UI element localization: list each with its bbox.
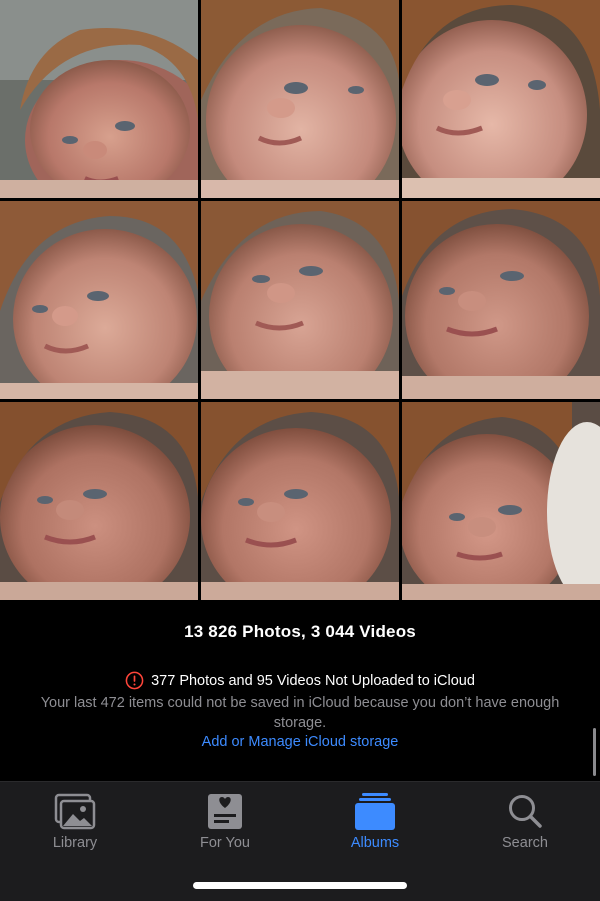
photo-image xyxy=(201,402,399,600)
manage-icloud-storage-link[interactable]: Add or Manage iCloud storage xyxy=(0,734,600,750)
library-summary: 13 826 Photos, 3 044 Videos 377 Photos a… xyxy=(0,600,600,781)
photo-image xyxy=(201,201,399,399)
tab-search[interactable]: Search xyxy=(450,782,600,862)
photo-image xyxy=(402,402,600,600)
photo-image xyxy=(0,201,198,399)
magnifier-icon xyxy=(509,795,542,828)
photo-grid xyxy=(0,0,600,600)
photo-thumbnail[interactable] xyxy=(201,0,399,198)
photo-image xyxy=(0,0,198,198)
albums-icon xyxy=(355,793,395,830)
upload-warning-text: 377 Photos and 95 Videos Not Uploaded to… xyxy=(151,672,475,689)
storage-detail: Your last 472 items could not be saved i… xyxy=(40,695,560,731)
tab-library-label: Library xyxy=(52,835,98,851)
tab-for-you-label: For You xyxy=(200,835,250,851)
tab-search-label: Search xyxy=(502,835,548,851)
photo-thumbnail[interactable] xyxy=(201,201,399,399)
media-counts: 13 826 Photos, 3 044 Videos xyxy=(184,622,416,641)
photo-thumbnail[interactable] xyxy=(0,201,198,399)
photo-thumbnail[interactable] xyxy=(402,0,600,198)
tab-for-you[interactable]: For You xyxy=(150,782,300,862)
tab-albums-label: Albums xyxy=(350,835,400,851)
photo-image xyxy=(402,0,600,198)
photo-image xyxy=(201,0,399,198)
photo-image xyxy=(402,201,600,399)
exclamation-circle-icon xyxy=(125,671,144,690)
home-indicator[interactable] xyxy=(193,882,407,889)
photo-library-icon xyxy=(54,793,96,830)
tab-albums[interactable]: Albums xyxy=(300,782,450,862)
for-you-icon xyxy=(208,794,242,829)
upload-warning: 377 Photos and 95 Videos Not Uploaded to… xyxy=(0,671,600,690)
photo-image xyxy=(0,402,198,600)
photo-thumbnail[interactable] xyxy=(0,0,198,198)
photo-thumbnail[interactable] xyxy=(402,201,600,399)
scroll-indicator[interactable] xyxy=(593,728,596,776)
tab-library[interactable]: Library xyxy=(0,782,150,862)
photo-thumbnail[interactable] xyxy=(201,402,399,600)
photo-thumbnail[interactable] xyxy=(0,402,198,600)
photo-thumbnail[interactable] xyxy=(402,402,600,600)
